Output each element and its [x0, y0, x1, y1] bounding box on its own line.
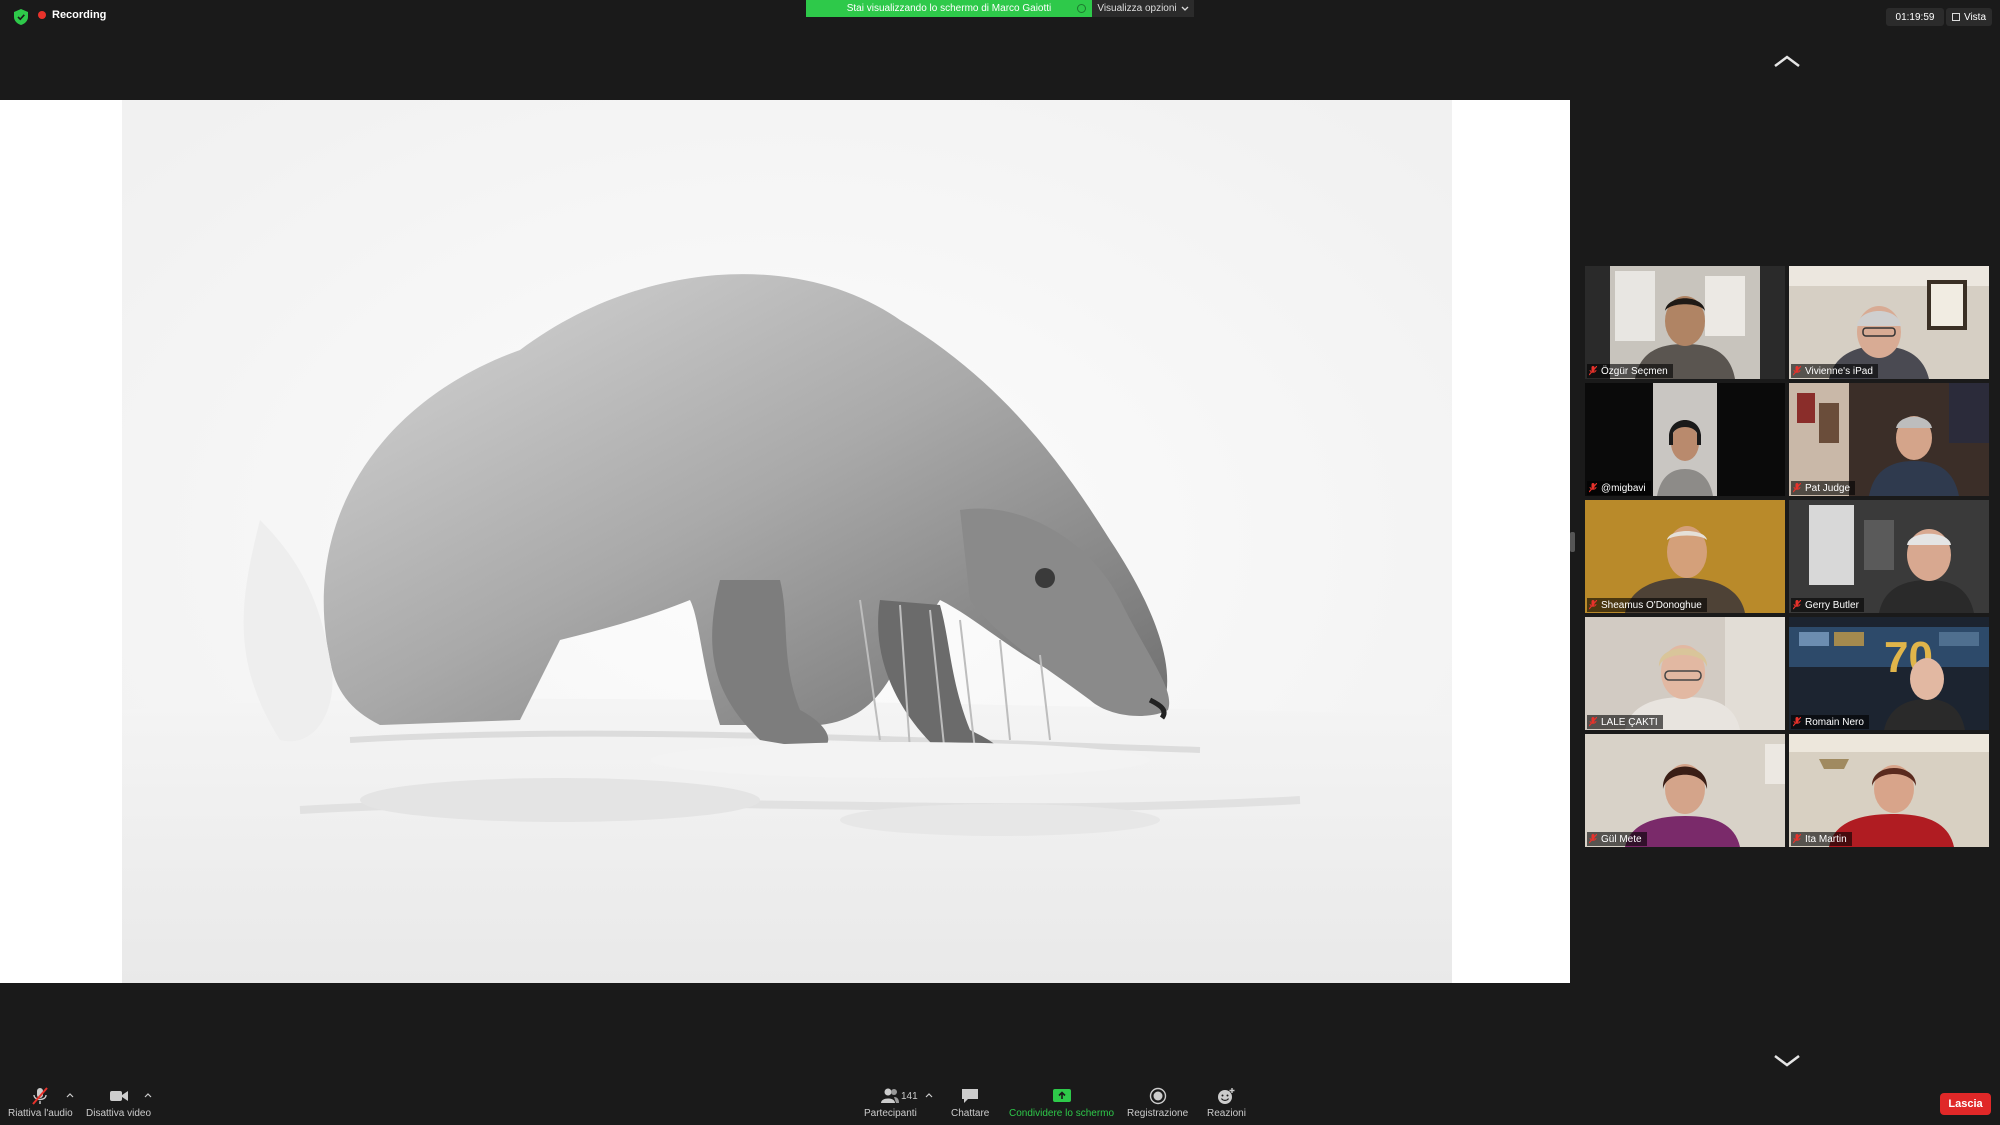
participants-icon [881, 1088, 900, 1103]
record-icon [1149, 1087, 1166, 1105]
view-layout-label: Vista [1963, 11, 1987, 23]
participant-video: 70 [1789, 617, 1989, 730]
shared-screen[interactable] [0, 100, 1570, 983]
audio-options-caret-icon[interactable] [65, 1091, 75, 1099]
participant-name-tag: Özgür Seçmen [1587, 364, 1673, 378]
record-button[interactable]: Registrazione [1127, 1087, 1188, 1119]
participant-name-tag: Ita Martin [1791, 832, 1852, 846]
participant-tile[interactable]: @migbavi [1585, 383, 1785, 496]
meeting-timer: 01:19:59 [1886, 8, 1944, 26]
recording-dot-icon [38, 11, 46, 19]
view-options-label: Visualizza opzioni [1097, 3, 1177, 14]
participant-video [1585, 500, 1785, 613]
chat-button[interactable]: Chattare [951, 1087, 989, 1119]
participant-tile[interactable]: Ita Martin [1789, 734, 1989, 847]
record-label: Registrazione [1127, 1108, 1189, 1119]
participant-name-tag: Sheamus O'Donoghue [1587, 598, 1707, 612]
mic-muted-icon [1793, 717, 1801, 727]
recording-label: Recording [52, 9, 107, 21]
participant-name-tag: LALE ÇAKTI [1587, 715, 1663, 729]
participants-label: Partecipanti [864, 1108, 917, 1119]
participant-video [1585, 383, 1785, 496]
participant-name: Gerry Butler [1805, 599, 1859, 611]
participant-name-tag: Gerry Butler [1791, 598, 1864, 612]
participant-name-tag: Romain Nero [1791, 715, 1869, 729]
participant-name: Ita Martin [1805, 833, 1847, 845]
screen-share-banner: Stai visualizzando lo schermo di Marco G… [806, 0, 1092, 17]
gallery-scroll-up-icon[interactable] [1772, 53, 1802, 69]
chat-label: Chattare [951, 1108, 990, 1119]
participant-video [1585, 734, 1785, 847]
participant-tile[interactable]: 70 Romain Nero [1789, 617, 1989, 730]
mic-muted-icon [1793, 366, 1801, 376]
reactions-label: Reazioni [1207, 1108, 1246, 1119]
share-screen-icon [1052, 1089, 1071, 1102]
participant-name-tag: Gül Mete [1587, 832, 1647, 846]
participant-name-tag: Pat Judge [1791, 481, 1856, 495]
participant-tile[interactable]: Gül Mete [1585, 734, 1785, 847]
mic-muted-icon [32, 1087, 49, 1105]
participant-tile[interactable]: Özgür Seçmen [1585, 266, 1785, 379]
participant-video [1585, 617, 1785, 730]
participant-tile[interactable]: Pat Judge [1789, 383, 1989, 496]
leave-meeting-button[interactable]: Lascia [1940, 1093, 1991, 1115]
participant-video [1789, 266, 1989, 379]
mic-muted-icon [1589, 366, 1597, 376]
reactions-button[interactable]: Reazioni [1207, 1087, 1246, 1119]
participant-video [1789, 734, 1989, 847]
chat-bubble-icon [962, 1089, 979, 1103]
panel-resize-handle[interactable] [1570, 532, 1575, 552]
participant-video [1789, 500, 1989, 613]
unmute-label: Riattiva l'audio [8, 1108, 73, 1119]
participant-name: Gül Mete [1601, 833, 1642, 845]
reaction-smiley-icon [1218, 1088, 1235, 1104]
participant-name: Romain Nero [1805, 716, 1864, 728]
participants-count: 141 [901, 1091, 918, 1102]
mic-muted-icon [1793, 600, 1801, 610]
recording-indicator[interactable]: Recording [38, 9, 106, 21]
participant-name: @migbavi [1601, 482, 1646, 494]
gallery-view-icon [1951, 13, 1960, 21]
participant-name-tag: @migbavi [1587, 481, 1651, 495]
participant-tile[interactable]: Vivienne's iPad [1789, 266, 1989, 379]
stop-video-label: Disattiva video [86, 1108, 152, 1119]
participant-name: Vivienne's iPad [1805, 365, 1873, 377]
mic-muted-icon [1793, 834, 1801, 844]
participant-name: LALE ÇAKTI [1601, 716, 1658, 728]
participant-gallery: Özgür Seçmen Vivienne's iPad @migbavi Pa… [1585, 266, 1989, 848]
polar-bear-photo [0, 100, 1570, 983]
participant-video [1789, 383, 1989, 496]
participant-name: Özgür Seçmen [1601, 365, 1668, 377]
participant-tile[interactable]: LALE ÇAKTI [1585, 617, 1785, 730]
participant-name: Sheamus O'Donoghue [1601, 599, 1702, 611]
view-layout-button[interactable]: Vista [1946, 8, 1992, 26]
participant-video [1585, 266, 1785, 379]
security-shield-icon[interactable] [14, 9, 28, 25]
share-status-icon [1077, 4, 1086, 13]
video-camera-icon [109, 1091, 128, 1101]
chevron-down-icon [1181, 6, 1189, 11]
participant-name: Pat Judge [1805, 482, 1851, 494]
mic-muted-icon [1589, 717, 1597, 727]
participant-tile[interactable]: Sheamus O'Donoghue [1585, 500, 1785, 613]
gallery-scroll-down-icon[interactable] [1772, 1053, 1802, 1069]
share-screen-button[interactable]: Condividere lo schermo [1009, 1087, 1114, 1119]
mic-muted-icon [1589, 834, 1597, 844]
unmute-button[interactable]: Riattiva l'audio [8, 1087, 73, 1119]
participant-name-tag: Vivienne's iPad [1791, 364, 1878, 378]
share-screen-label: Condividere lo schermo [1009, 1108, 1115, 1119]
video-options-caret-icon[interactable] [143, 1091, 153, 1099]
stop-video-button[interactable]: Disattiva video [86, 1087, 151, 1119]
top-bar: Recording Stai visualizzando lo schermo … [0, 0, 2000, 34]
participant-tile[interactable]: Gerry Butler [1789, 500, 1989, 613]
meeting-toolbar: Riattiva l'audio Disattiva video Parteci… [0, 1083, 2000, 1125]
mic-muted-icon [1589, 600, 1597, 610]
view-options-button[interactable]: Visualizza opzioni [1092, 0, 1194, 17]
share-banner-text: Stai visualizzando lo schermo di Marco G… [846, 3, 1052, 14]
mic-muted-icon [1793, 483, 1801, 493]
participants-options-caret-icon[interactable] [924, 1091, 934, 1099]
mic-muted-icon [1589, 483, 1597, 493]
